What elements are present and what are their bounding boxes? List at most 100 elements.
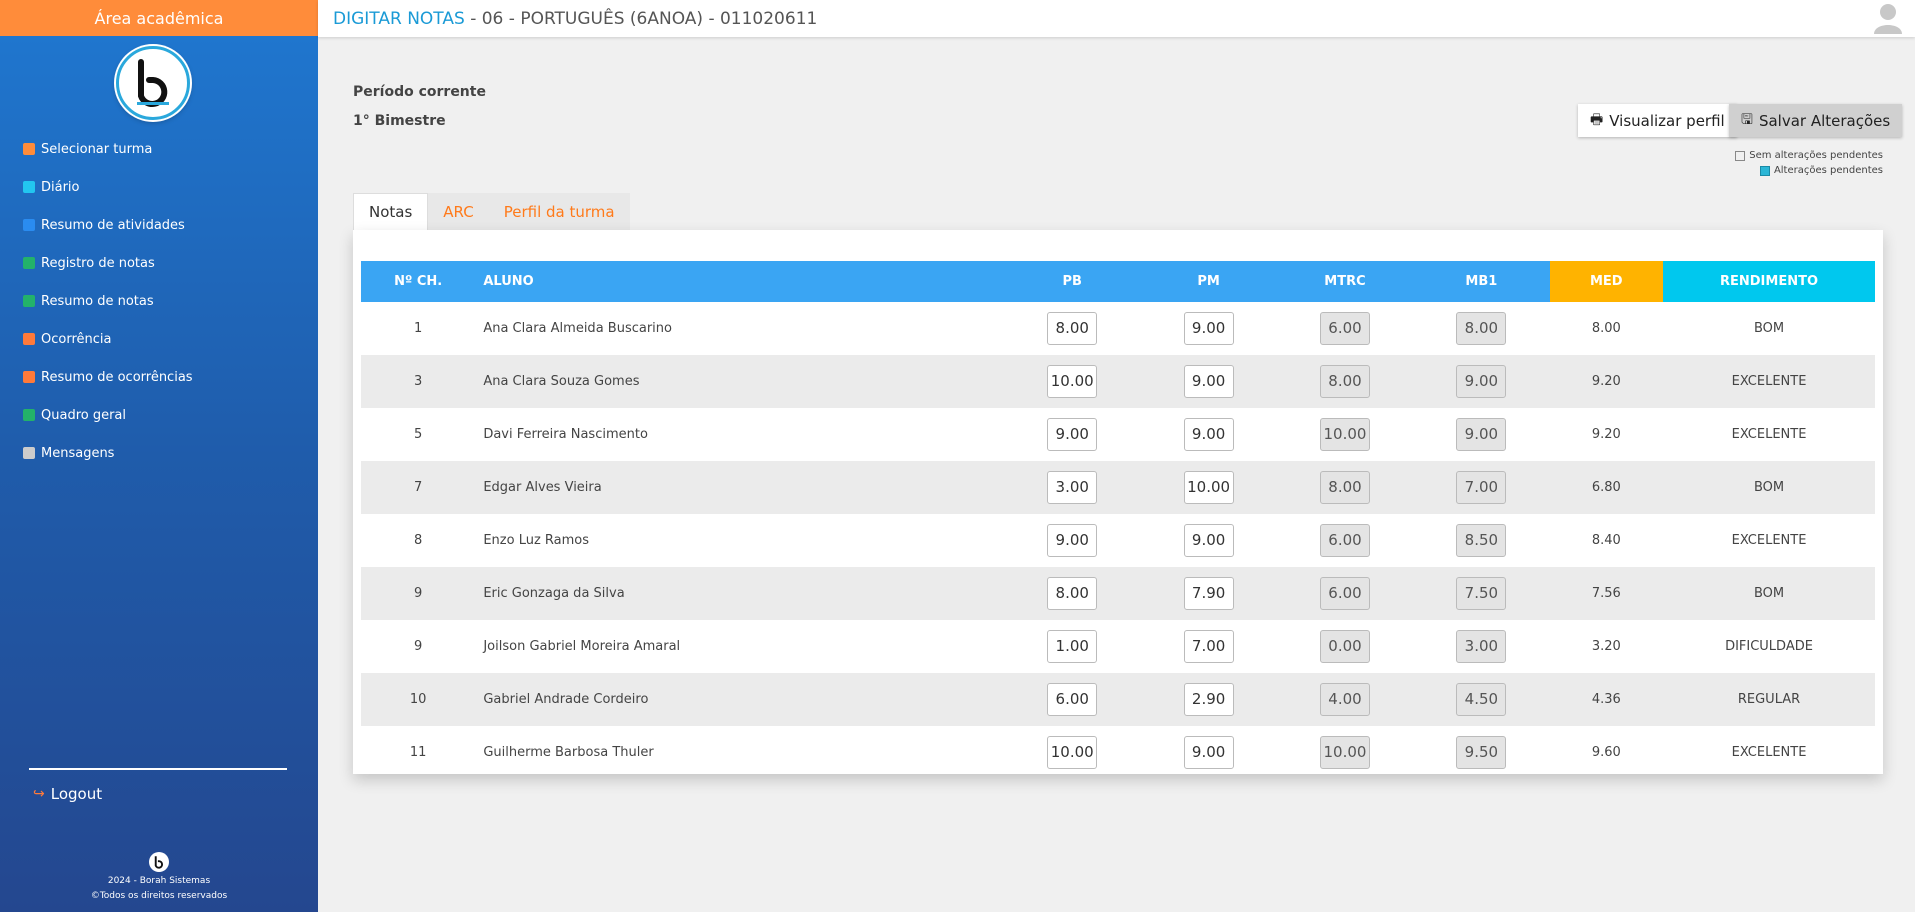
col-pb-header[interactable]: PB bbox=[1004, 261, 1141, 302]
menu-icon bbox=[23, 181, 35, 193]
cell-mb1: 9.00 bbox=[1413, 408, 1549, 461]
period-value: 1° Bimestre bbox=[353, 113, 446, 129]
col-pm-header[interactable]: PM bbox=[1140, 261, 1277, 302]
sidebar-item-resumo-de-notas[interactable]: Resumo de notas bbox=[0, 282, 318, 320]
legend-pending: Alterações pendentes bbox=[1759, 165, 1883, 176]
col-med-header[interactable]: MED bbox=[1549, 261, 1664, 302]
logout-button[interactable]: ↪ Logout bbox=[33, 785, 102, 803]
cell-pb-input[interactable]: 10.00 bbox=[1047, 736, 1098, 769]
cell-med: 6.80 bbox=[1549, 461, 1664, 514]
cell-pb-input[interactable]: 10.00 bbox=[1047, 365, 1098, 398]
cell-pm-input[interactable]: 2.90 bbox=[1183, 683, 1234, 716]
cell-pm[interactable]: 9.00 bbox=[1140, 302, 1276, 355]
cell-pb[interactable]: 6.00 bbox=[1004, 673, 1141, 726]
cell-mtrc: 6.00 bbox=[1277, 514, 1413, 567]
cell-pb[interactable]: 9.00 bbox=[1004, 514, 1140, 567]
table-header-row: Nº CH. ALUNO PB PM MTRC MB1 MED RENDIMEN… bbox=[361, 261, 1875, 302]
cell-mtrc-input: 10.00 bbox=[1319, 418, 1370, 451]
cell-pm[interactable]: 2.90 bbox=[1140, 673, 1277, 726]
tab-notas[interactable]: Notas bbox=[353, 193, 429, 230]
cell-pb-input[interactable]: 9.00 bbox=[1047, 524, 1098, 557]
cell-rendimento: BOM bbox=[1663, 461, 1875, 514]
col-num-header[interactable]: Nº CH. bbox=[361, 261, 476, 302]
table-row: 9 Eric Gonzaga da Silva 8.00 7.90 6.00 7.50 7.… bbox=[361, 567, 1875, 620]
cell-mb1: 4.50 bbox=[1413, 673, 1550, 726]
cell-mb1: 9.00 bbox=[1413, 355, 1550, 408]
cell-pm-input[interactable]: 9.00 bbox=[1183, 736, 1234, 769]
cell-pb[interactable]: 8.00 bbox=[1004, 302, 1140, 355]
sidebar-item-resumo-de-atividades[interactable]: Resumo de atividades bbox=[0, 206, 318, 244]
cell-med: 8.00 bbox=[1591, 321, 1621, 336]
sidebar-item-label: Resumo de ocorrências bbox=[41, 369, 193, 385]
col-student-header[interactable]: ALUNO bbox=[475, 261, 1005, 302]
cell-mtrc-input: 10.00 bbox=[1319, 736, 1370, 769]
cell-pm-input[interactable]: 9.00 bbox=[1183, 524, 1234, 557]
view-profile-label: Visualizar perfil bbox=[1609, 111, 1725, 130]
cell-med: 8.40 bbox=[1591, 533, 1621, 548]
cell-pb[interactable]: 9.00 bbox=[1004, 408, 1140, 461]
sidebar-item-mensagens[interactable]: Mensagens bbox=[0, 434, 318, 472]
sidebar-item-registro-de-notas[interactable]: Registro de notas bbox=[0, 244, 318, 282]
cell-pm[interactable]: 9.00 bbox=[1140, 514, 1276, 567]
cell-num: 7 bbox=[361, 461, 476, 514]
save-changes-button[interactable]: 🖫 Salvar Alterações bbox=[1729, 104, 1903, 137]
menu-icon bbox=[23, 371, 35, 383]
col-mb1-header[interactable]: MB1 bbox=[1413, 261, 1550, 302]
cell-mb1: 8.50 bbox=[1413, 514, 1549, 567]
menu-icon bbox=[23, 295, 35, 307]
cell-pm[interactable]: 10.00 bbox=[1140, 461, 1277, 514]
cell-pb[interactable]: 10.00 bbox=[1004, 726, 1140, 779]
footer-logo-icon bbox=[149, 852, 169, 872]
cell-pb[interactable]: 3.00 bbox=[1004, 461, 1141, 514]
table-row: 8 Enzo Luz Ramos 9.00 9.00 6.00 8.50 8.40 EXCEL… bbox=[361, 514, 1875, 567]
sidebar: Área acadêmica Selecionar turma Diário Res… bbox=[0, 0, 318, 912]
col-mtrc-header[interactable]: MTRC bbox=[1276, 261, 1414, 302]
cell-pm-input[interactable]: 9.00 bbox=[1183, 365, 1234, 398]
cell-pm[interactable]: 7.00 bbox=[1140, 620, 1276, 673]
sidebar-item-quadro-geral[interactable]: Quadro geral bbox=[0, 396, 318, 434]
user-avatar-icon[interactable] bbox=[1873, 2, 1903, 34]
cell-pb-input[interactable]: 8.00 bbox=[1047, 577, 1098, 610]
cell-pb-input[interactable]: 6.00 bbox=[1047, 683, 1098, 716]
cell-pb-input[interactable]: 1.00 bbox=[1047, 630, 1098, 663]
cell-pm-input[interactable]: 9.00 bbox=[1183, 312, 1234, 345]
cell-num: 3 bbox=[361, 355, 476, 408]
legend-swatch bbox=[1735, 150, 1746, 161]
cell-pm[interactable]: 7.90 bbox=[1140, 567, 1277, 620]
cell-pm[interactable]: 9.00 bbox=[1140, 726, 1276, 779]
sidebar-item-di-rio[interactable]: Diário bbox=[0, 168, 318, 206]
cell-pb-input[interactable]: 3.00 bbox=[1047, 471, 1098, 504]
sidebar-item-resumo-de-ocorr-ncias[interactable]: Resumo de ocorrências bbox=[0, 358, 318, 396]
cell-pb[interactable]: 1.00 bbox=[1004, 620, 1140, 673]
save-icon: 🖫 bbox=[1741, 111, 1753, 128]
cell-pb-input[interactable]: 8.00 bbox=[1047, 312, 1098, 345]
view-profile-button[interactable]: 🖶 Visualizar perfil bbox=[1578, 104, 1737, 137]
col-rendimento-header[interactable]: RENDIMENTO bbox=[1663, 261, 1875, 302]
cell-mtrc-input: 8.00 bbox=[1319, 365, 1370, 398]
cell-pm-input[interactable]: 7.90 bbox=[1183, 577, 1234, 610]
sidebar-item-ocorr-ncia[interactable]: Ocorrência bbox=[0, 320, 318, 358]
sidebar-footer: 2024 - Borah Sistemas ©Todos os direitos… bbox=[0, 852, 318, 904]
sidebar-item-label: Ocorrência bbox=[41, 331, 112, 347]
cell-pm[interactable]: 9.00 bbox=[1140, 408, 1276, 461]
cell-pb[interactable]: 8.00 bbox=[1004, 567, 1141, 620]
tab-arc[interactable]: ARC bbox=[428, 193, 489, 230]
cell-pm-input[interactable]: 10.00 bbox=[1183, 471, 1234, 504]
cell-pm-input[interactable]: 7.00 bbox=[1183, 630, 1234, 663]
cell-mtrc: 0.00 bbox=[1277, 620, 1413, 673]
cell-num: 10 bbox=[361, 673, 476, 726]
cell-mb1-input: 8.50 bbox=[1456, 524, 1507, 557]
sidebar-item-selecionar-turma[interactable]: Selecionar turma bbox=[0, 130, 318, 168]
cell-pm-input[interactable]: 9.00 bbox=[1183, 418, 1234, 451]
cell-pm[interactable]: 9.00 bbox=[1140, 355, 1277, 408]
table-row: 11 Guilherme Barbosa Thuler 10.00 9.00 10.00… bbox=[361, 726, 1875, 779]
app-logo[interactable] bbox=[116, 46, 190, 120]
cell-pb[interactable]: 10.00 bbox=[1004, 355, 1141, 408]
cell-med: 9.20 bbox=[1549, 355, 1664, 408]
cell-mtrc-input: 8.00 bbox=[1319, 471, 1370, 504]
tab-perfil-turma[interactable]: Perfil da turma bbox=[488, 193, 630, 230]
cell-pb-input[interactable]: 9.00 bbox=[1047, 418, 1098, 451]
cell-num: 9 bbox=[361, 567, 476, 620]
divider bbox=[29, 768, 287, 770]
page-title-rest: - 06 - PORTUGUÊS (6ANOA) - 011020611 bbox=[464, 8, 818, 29]
